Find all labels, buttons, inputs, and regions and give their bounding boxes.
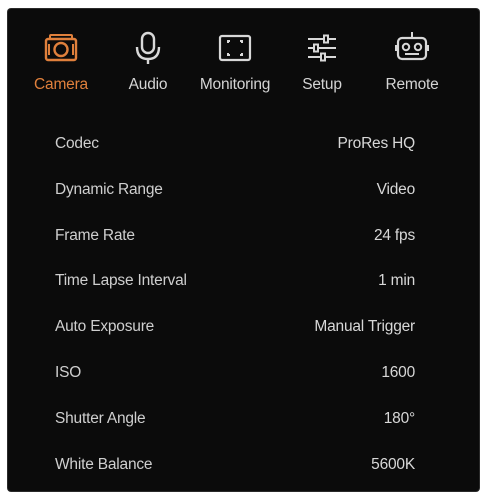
setting-label: Auto Exposure xyxy=(55,318,155,336)
tab-bar: Camera Audio Monitoring Setup Remote xyxy=(8,31,479,109)
tab-monitoring[interactable]: Monitoring xyxy=(185,31,285,109)
setting-auto-exposure[interactable]: Auto Exposure Manual Trigger xyxy=(8,307,479,353)
setting-codec[interactable]: Codec ProRes HQ xyxy=(8,124,479,170)
setting-time-lapse-interval[interactable]: Time Lapse Interval 1 min xyxy=(8,261,479,307)
tab-label: Monitoring xyxy=(199,76,271,93)
tab-label: Camera xyxy=(34,76,88,93)
setting-value: ProRes HQ xyxy=(337,135,416,152)
tab-setup[interactable]: Setup xyxy=(272,31,372,109)
tab-camera[interactable]: Camera xyxy=(11,31,111,109)
setting-label: Time Lapse Interval xyxy=(55,272,187,290)
tab-audio[interactable]: Audio xyxy=(98,31,198,109)
setting-iso[interactable]: ISO 1600 xyxy=(8,353,479,399)
tab-remote[interactable]: Remote xyxy=(362,31,462,109)
setting-label: Dynamic Range xyxy=(55,180,163,198)
monitor-frame-icon xyxy=(218,34,252,62)
settings-panel: Camera Audio Monitoring Setup Remote Cod… xyxy=(8,9,479,491)
setting-value: 1 min xyxy=(378,272,415,290)
tab-label: Audio xyxy=(128,76,168,93)
setting-value: 1600 xyxy=(381,363,415,381)
tab-label: Remote xyxy=(385,76,439,93)
camera-icon xyxy=(44,34,78,62)
setting-label: ISO xyxy=(55,363,82,381)
setting-label: White Balance xyxy=(55,455,153,473)
setting-value: 180° xyxy=(383,409,415,427)
sliders-icon xyxy=(308,34,336,62)
setting-value: Video xyxy=(376,180,416,198)
setting-shutter-angle[interactable]: Shutter Angle 180° xyxy=(8,399,479,445)
setting-value: 5600K xyxy=(371,455,415,473)
microphone-icon xyxy=(135,31,161,64)
setting-dynamic-range[interactable]: Dynamic Range Video xyxy=(8,170,479,216)
settings-list: Codec ProRes HQ Dynamic Range Video Fram… xyxy=(8,124,479,490)
remote-robot-icon xyxy=(395,32,429,61)
setting-frame-rate[interactable]: Frame Rate 24 fps xyxy=(8,216,479,262)
setting-value: 24 fps xyxy=(373,226,415,244)
setting-label: Codec xyxy=(55,135,99,152)
tab-label: Setup xyxy=(302,76,342,93)
setting-label: Shutter Angle xyxy=(55,409,146,427)
setting-label: Frame Rate xyxy=(55,226,135,244)
setting-value: Manual Trigger xyxy=(314,318,415,336)
setting-white-balance[interactable]: White Balance 5600K xyxy=(8,445,479,491)
